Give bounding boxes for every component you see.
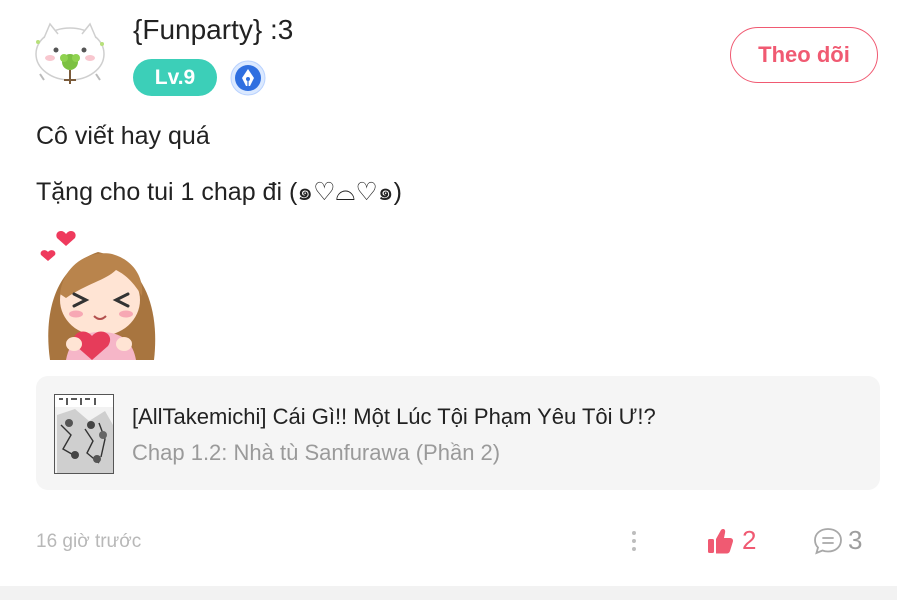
- speech-bubble-icon: [814, 527, 842, 555]
- username[interactable]: {Funparty} :3: [133, 14, 293, 46]
- chapter-card-subtitle: Chap 1.2: Nhà tù Sanfurawa (Phần 2): [132, 440, 501, 465]
- reply-count: 3: [848, 525, 863, 555]
- more-options-button[interactable]: [624, 527, 644, 559]
- like-button[interactable]: 2: [706, 525, 756, 556]
- cat-avatar-icon: [35, 22, 105, 84]
- chapter-cover-image: [54, 394, 114, 474]
- comment-timestamp: 16 giờ trước: [36, 531, 142, 552]
- vertical-dots-icon: [632, 531, 636, 535]
- pen-nib-badge-icon: [230, 60, 266, 96]
- chapter-card-title: [AllTakemichi] Cái Gì!! Một Lúc Tội Phạm…: [132, 404, 656, 429]
- level-badge: Lv.9: [133, 59, 217, 96]
- anime-girl-sticker: [36, 228, 166, 360]
- reply-button[interactable]: 3: [812, 525, 862, 556]
- comment-text-line-1: Cô viết hay quá: [36, 122, 210, 150]
- thumbs-up-icon: [708, 528, 734, 553]
- like-count: 2: [742, 525, 757, 555]
- comment-item: {Funparty} :3 Lv.9 Theo dõi Cô viết hay …: [0, 0, 897, 600]
- user-avatar[interactable]: [30, 14, 110, 94]
- follow-button[interactable]: Theo dõi: [730, 27, 878, 83]
- chapter-card[interactable]: [AllTakemichi] Cái Gì!! Một Lúc Tội Phạm…: [36, 376, 880, 490]
- divider: [0, 586, 897, 600]
- comment-text-line-2: Tặng cho tui 1 chap đi (๑♡⌓♡๑): [36, 178, 402, 206]
